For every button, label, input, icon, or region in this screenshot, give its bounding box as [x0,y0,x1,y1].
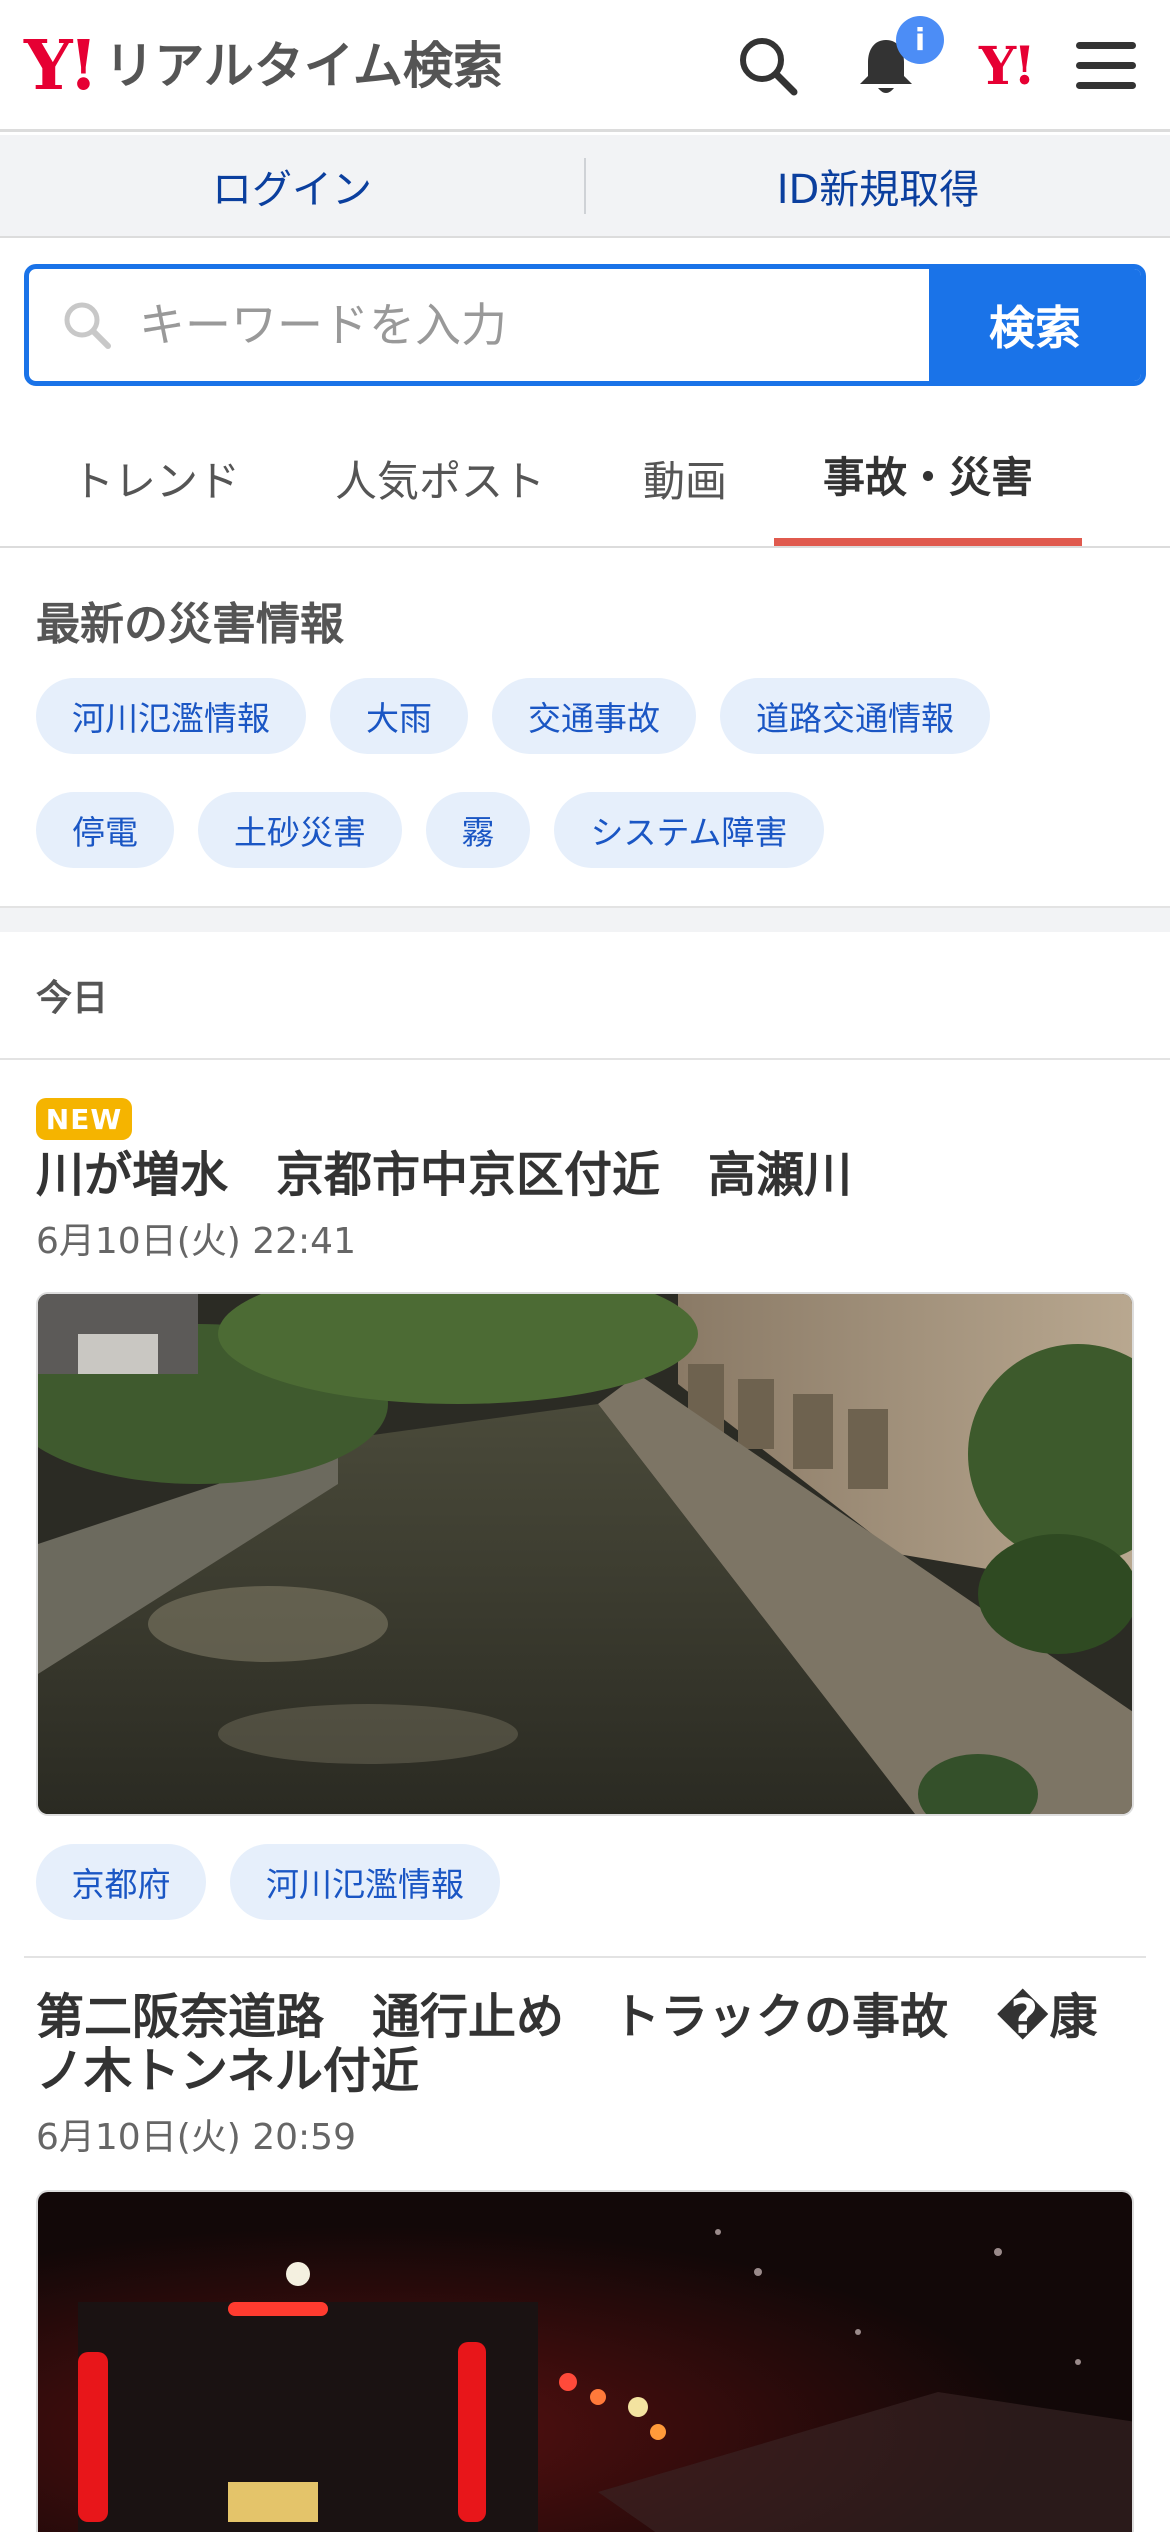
search-form: 検索 [24,264,1146,386]
yahoo-japan-icon[interactable]: Y! [968,28,1044,104]
hamburger-menu-icon[interactable] [1068,28,1144,104]
app-header: Y! リアルタイム検索 i Y! [0,0,1170,132]
tag-chip[interactable]: 土砂災害 [198,792,402,868]
tag-chip[interactable]: 道路交通情報 [720,678,990,754]
tab-trend[interactable]: トレンド [36,410,276,546]
article-title[interactable]: 第二阪奈道路 通行止め トラックの事故 �康ノ木トンネル付近 [36,1990,1136,2098]
new-badge: NEW [36,1098,132,1140]
tab-accidents-disasters[interactable]: 事故・災害 [774,410,1082,546]
search-field-icon [64,302,111,349]
disaster-info-section: 最新の災害情報 河川氾濫情報 大雨 交通事故 道路交通情報 停電 土砂災害 霧 … [0,550,1170,906]
tag-chip[interactable]: 大雨 [330,678,468,754]
tag-chip[interactable]: 交通事故 [492,678,696,754]
tag-chip[interactable]: 河川氾濫情報 [36,678,306,754]
article-photo-river[interactable] [36,1292,1134,1816]
tag-chip[interactable]: 停電 [36,792,174,868]
account-bar: ログイン ID新規取得 [0,135,1170,238]
article-title[interactable]: 川が増水 京都市中京区付近 高瀬川 [36,1148,1136,1202]
article-photo-traffic[interactable] [36,2190,1134,2532]
article-divider [24,1956,1146,1958]
article-timestamp: 6月10日(火) 22:41 [36,1221,356,1262]
notification-badge: i [896,16,944,64]
search-icon[interactable] [730,28,806,104]
article-timestamp: 6月10日(火) 20:59 [36,2117,356,2158]
tag-chip[interactable]: 京都府 [36,1844,206,1920]
category-tabs: トレンド 人気ポスト 動画 事故・災害 [0,410,1170,548]
section-gap [0,906,1170,932]
register-link[interactable]: ID新規取得 [586,157,1170,215]
tab-videos[interactable]: 動画 [600,410,770,546]
logo-title: リアルタイム検索 [104,37,503,95]
search-field-wrap[interactable] [29,269,929,381]
tag-chip[interactable]: システム障害 [554,792,824,868]
tab-popular-posts[interactable]: 人気ポスト [300,410,580,546]
search-input[interactable] [139,298,839,352]
date-group-header: 今日 [0,932,1170,1060]
tag-chip[interactable]: 霧 [426,792,530,868]
search-button[interactable]: 検索 [929,269,1141,381]
login-link[interactable]: ログイン [0,157,584,215]
section-title: 最新の災害情報 [36,599,344,650]
yahoo-realtime-logo[interactable]: Y! リアルタイム検索 [24,28,503,104]
tag-chip[interactable]: 河川氾濫情報 [230,1844,500,1920]
yahoo-logo-mark: Y! [24,26,98,106]
